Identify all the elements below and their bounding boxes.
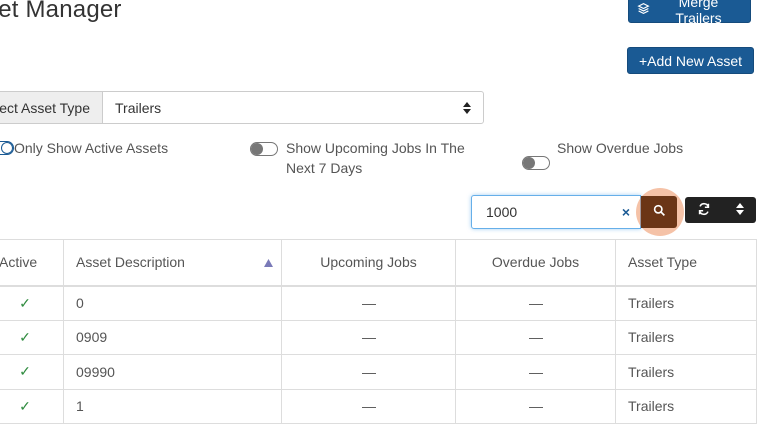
search-icon (653, 204, 666, 220)
upcoming-label-line1: Show Upcoming Jobs In The (286, 140, 465, 156)
merge-trailers-label: Merge Trailers (675, 0, 722, 26)
table-row[interactable]: ✓ 09990 — — Trailers (0, 354, 757, 390)
header-upcoming-jobs[interactable]: Upcoming Jobs (281, 239, 456, 287)
asset-type-selected: Trailers (115, 99, 162, 116)
table-row[interactable]: ✓ 0 — — Trailers (0, 285, 757, 321)
cell-overdue: — (529, 329, 543, 346)
cell-type: Trailers (615, 319, 757, 355)
clear-search-icon[interactable]: × (622, 204, 630, 220)
cell-type: Trailers (615, 285, 757, 321)
overdue-toggle-label: Show Overdue Jobs (557, 140, 684, 156)
active-toggle-knob (1, 142, 13, 154)
header-asset-type[interactable]: Asset Type (615, 239, 757, 287)
cell-description: 09990 (63, 354, 282, 390)
cell-upcoming: — (362, 329, 376, 346)
layers-icon (637, 2, 650, 18)
cell-upcoming: — (362, 295, 376, 311)
upcoming-toggle[interactable] (250, 142, 278, 156)
asset-type-addon: ect Asset Type (0, 91, 102, 124)
overdue-toggle[interactable] (522, 156, 550, 170)
table-row[interactable]: ✓ 1 — — Trailers (0, 388, 757, 424)
cell-description: 1 (63, 388, 282, 424)
active-toggle[interactable] (0, 140, 14, 156)
cell-description: 0909 (63, 319, 282, 355)
overdue-toggle-knob (523, 157, 535, 169)
sort-asc-icon (264, 254, 273, 270)
assets-table: Active Asset Description Upcoming Jobs O… (0, 239, 757, 424)
merge-trailers-button[interactable]: Merge Trailers (628, 0, 751, 26)
cell-type: Trailers (615, 388, 757, 424)
active-check-icon: ✓ (19, 363, 31, 380)
active-check-icon: ✓ (19, 328, 31, 345)
cell-upcoming: — (362, 363, 376, 380)
active-check-icon: ✓ (19, 294, 31, 311)
cell-overdue: — (529, 363, 543, 380)
cell-type: Trailers (615, 354, 757, 390)
add-new-asset-label: +Add New Asset (638, 52, 743, 69)
active-toggle-track (0, 141, 14, 155)
active-toggle-label: Only Show Active Assets (14, 140, 169, 156)
search-input[interactable] (484, 203, 598, 221)
table-header-row: Active Asset Description Upcoming Jobs O… (0, 239, 757, 287)
active-check-icon: ✓ (19, 397, 31, 414)
refresh-dropdown-button[interactable] (685, 197, 756, 223)
cell-description: 0 (63, 285, 282, 321)
cell-upcoming: — (362, 398, 376, 415)
cell-overdue: — (529, 398, 543, 415)
cell-overdue: — (529, 295, 543, 311)
search-button[interactable] (641, 196, 677, 228)
header-asset-description[interactable]: Asset Description (63, 239, 282, 287)
select-caret-icon (463, 101, 471, 114)
asset-type-addon-label: ect Asset Type (0, 99, 90, 116)
refresh-icon (697, 202, 711, 219)
header-active[interactable]: Active (0, 239, 64, 287)
search-field: × (471, 195, 641, 229)
header-overdue-jobs[interactable]: Overdue Jobs (455, 239, 616, 287)
upcoming-toggle-label: Show Upcoming Jobs In The Next 7 Days (286, 138, 465, 178)
dropdown-caret-icon (735, 202, 744, 218)
table-row[interactable]: ✓ 0909 — — Trailers (0, 319, 757, 355)
add-new-asset-button[interactable]: +Add New Asset (627, 47, 754, 74)
upcoming-toggle-knob (251, 143, 263, 155)
page-title: set Manager (0, 0, 122, 23)
asset-type-select-group: ect Asset Type Trailers (0, 91, 484, 124)
asset-type-select[interactable]: Trailers (102, 91, 484, 124)
upcoming-label-line2: Next 7 Days (286, 160, 363, 176)
